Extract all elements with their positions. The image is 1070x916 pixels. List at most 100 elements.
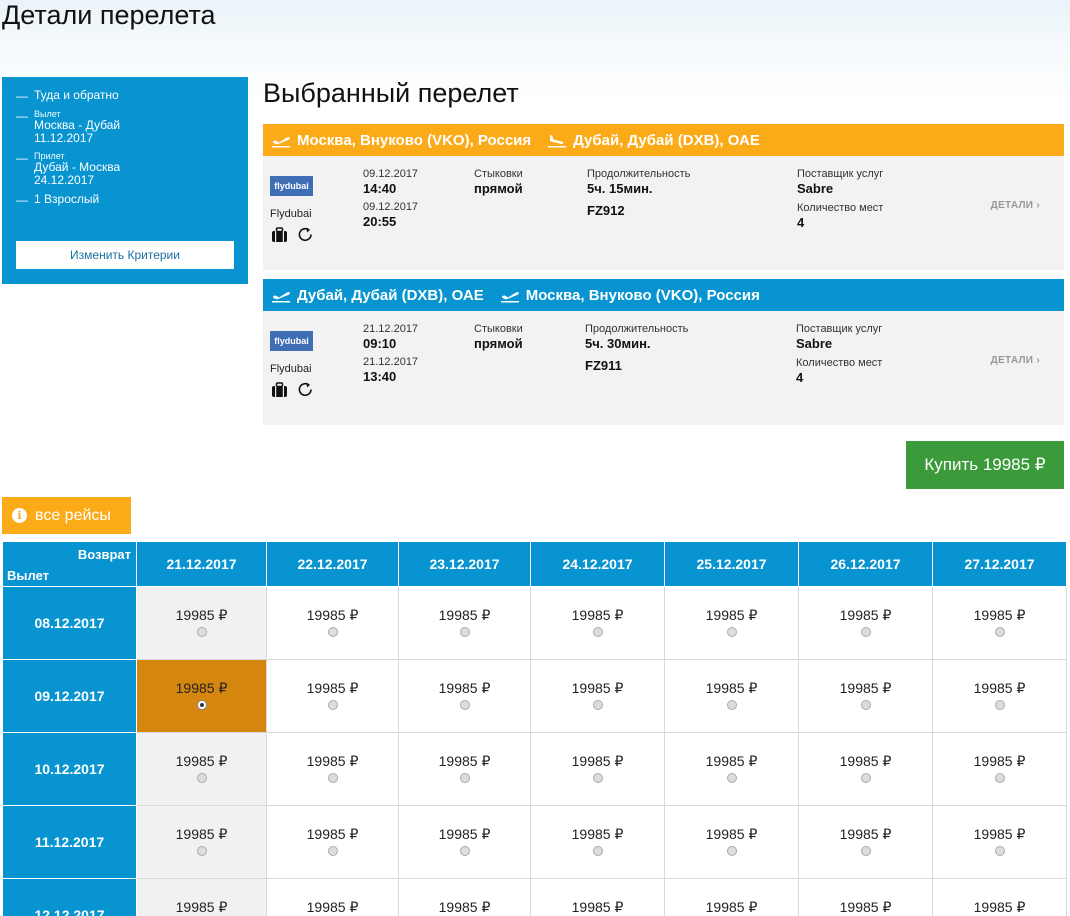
price-value: 19985 ₽ <box>705 679 758 696</box>
price-cell[interactable]: 19985 ₽ <box>798 586 933 660</box>
duration-label: Продолжительность <box>585 323 689 335</box>
radio-icon[interactable] <box>196 845 207 856</box>
price-cell[interactable]: 19985 ₽ <box>932 586 1067 660</box>
price-value: 19985 ₽ <box>438 825 491 842</box>
price-cell[interactable]: 19985 ₽ <box>664 732 799 806</box>
price-cell[interactable]: 19985 ₽ <box>664 586 799 660</box>
departure-date-header: 09.12.2017 <box>2 659 137 733</box>
price-cell[interactable]: 19985 ₽ <box>798 878 933 916</box>
price-cell[interactable]: 19985 ₽ <box>530 805 665 879</box>
price-value: 19985 ₽ <box>438 606 491 623</box>
radio-icon[interactable] <box>459 626 470 637</box>
price-cell[interactable]: 19985 ₽ <box>932 805 1067 879</box>
price-cell[interactable]: 19985 ₽ <box>398 732 531 806</box>
departure-date: 11.12.2017 <box>34 131 94 145</box>
price-value: 19985 ₽ <box>839 825 892 842</box>
destination: Дубай, Дубай (DXB), ОАЕ <box>573 131 760 149</box>
departure-date-header: 10.12.2017 <box>2 732 137 806</box>
radio-icon[interactable] <box>196 772 207 783</box>
details-link[interactable]: ДЕТАЛИ › <box>991 355 1040 366</box>
price-cell[interactable]: 19985 ₽ <box>398 659 531 733</box>
return-date-header: 24.12.2017 <box>530 541 665 587</box>
price-value: 19985 ₽ <box>839 606 892 623</box>
price-cell[interactable]: 19985 ₽ <box>398 586 531 660</box>
radio-icon[interactable] <box>994 845 1005 856</box>
price-cell[interactable]: 19985 ₽ <box>664 659 799 733</box>
price-cell[interactable]: 19985 ₽ <box>932 659 1067 733</box>
radio-icon[interactable] <box>592 699 603 710</box>
price-cell[interactable]: 19985 ₽ <box>530 659 665 733</box>
price-cell[interactable]: 19985 ₽ <box>266 732 399 806</box>
flight-card-outbound: Москва, Внуково (VKO), Россия Дубай, Дуб… <box>263 124 1064 270</box>
radio-icon[interactable] <box>726 772 737 783</box>
price-cell[interactable]: 19985 ₽ <box>798 732 933 806</box>
page-title: Детали перелета <box>2 0 216 30</box>
radio-icon[interactable] <box>726 699 737 710</box>
price-cell[interactable]: 19985 ₽ <box>530 732 665 806</box>
radio-icon[interactable] <box>327 699 338 710</box>
price-cell[interactable]: 19985 ₽ <box>398 805 531 879</box>
stops-value: прямой <box>474 336 523 351</box>
radio-icon[interactable] <box>592 845 603 856</box>
price-value: 19985 ₽ <box>438 898 491 915</box>
destination: Москва, Внуково (VKO), Россия <box>525 286 760 304</box>
price-cell[interactable]: 19985 ₽ <box>266 878 399 916</box>
price-cell[interactable]: 19985 ₽ <box>664 878 799 916</box>
refresh-icon <box>298 227 312 242</box>
radio-icon[interactable] <box>860 772 871 783</box>
price-value: 19985 ₽ <box>571 825 624 842</box>
return-date-header: 21.12.2017 <box>136 541 267 587</box>
price-cell[interactable]: 19985 ₽ <box>136 659 267 733</box>
flight-card-return: Дубай, Дубай (DXB), ОАЕ Москва, Внуково … <box>263 279 1064 425</box>
price-cell[interactable]: 19985 ₽ <box>798 659 933 733</box>
price-cell[interactable]: 19985 ₽ <box>136 732 267 806</box>
radio-icon[interactable] <box>327 626 338 637</box>
radio-icon[interactable] <box>459 699 470 710</box>
radio-icon[interactable] <box>860 845 871 856</box>
price-cell[interactable]: 19985 ₽ <box>266 586 399 660</box>
radio-icon[interactable] <box>994 699 1005 710</box>
price-cell[interactable]: 19985 ₽ <box>932 732 1067 806</box>
trip-type: — Туда и обратно <box>16 88 119 104</box>
radio-icon[interactable] <box>994 772 1005 783</box>
stops-value: прямой <box>474 181 523 196</box>
radio-icon[interactable] <box>459 845 470 856</box>
buy-button[interactable]: Купить 19985 ₽ <box>906 441 1064 489</box>
price-value: 19985 ₽ <box>973 679 1026 696</box>
price-cell[interactable]: 19985 ₽ <box>932 878 1067 916</box>
price-cell[interactable]: 19985 ₽ <box>664 805 799 879</box>
radio-icon[interactable] <box>196 699 207 710</box>
price-cell[interactable]: 19985 ₽ <box>136 805 267 879</box>
all-flights-button[interactable]: i все рейсы <box>2 497 131 534</box>
price-cell[interactable]: 19985 ₽ <box>798 805 933 879</box>
radio-icon[interactable] <box>196 626 207 637</box>
price-cell[interactable]: 19985 ₽ <box>136 586 267 660</box>
price-cell[interactable]: 19985 ₽ <box>136 878 267 916</box>
provider-label: Поставщик услуг <box>797 168 884 180</box>
radio-icon[interactable] <box>592 626 603 637</box>
radio-icon[interactable] <box>592 772 603 783</box>
price-value: 19985 ₽ <box>571 679 624 696</box>
radio-icon[interactable] <box>726 845 737 856</box>
stops-label: Стыковки <box>474 168 523 180</box>
change-criteria-button[interactable]: Изменить Критерии <box>16 241 234 269</box>
departure-date: 09.12.2017 <box>363 168 419 180</box>
airline-logo: flydubai <box>270 176 313 196</box>
price-cell[interactable]: 19985 ₽ <box>530 878 665 916</box>
return-date-header: 25.12.2017 <box>664 541 799 587</box>
arrival-summary: — Прилет Дубай - Москва 24.12.2017 <box>16 151 121 187</box>
radio-icon[interactable] <box>994 626 1005 637</box>
radio-icon[interactable] <box>860 626 871 637</box>
departure-axis-label: Вылет <box>7 568 50 583</box>
radio-icon[interactable] <box>327 845 338 856</box>
radio-icon[interactable] <box>327 772 338 783</box>
radio-icon[interactable] <box>459 772 470 783</box>
radio-icon[interactable] <box>726 626 737 637</box>
details-link[interactable]: ДЕТАЛИ › <box>991 200 1040 211</box>
price-cell[interactable]: 19985 ₽ <box>266 805 399 879</box>
radio-icon[interactable] <box>860 699 871 710</box>
price-cell[interactable]: 19985 ₽ <box>530 586 665 660</box>
arrival-date: 09.12.2017 <box>363 201 419 213</box>
price-cell[interactable]: 19985 ₽ <box>398 878 531 916</box>
price-cell[interactable]: 19985 ₽ <box>266 659 399 733</box>
